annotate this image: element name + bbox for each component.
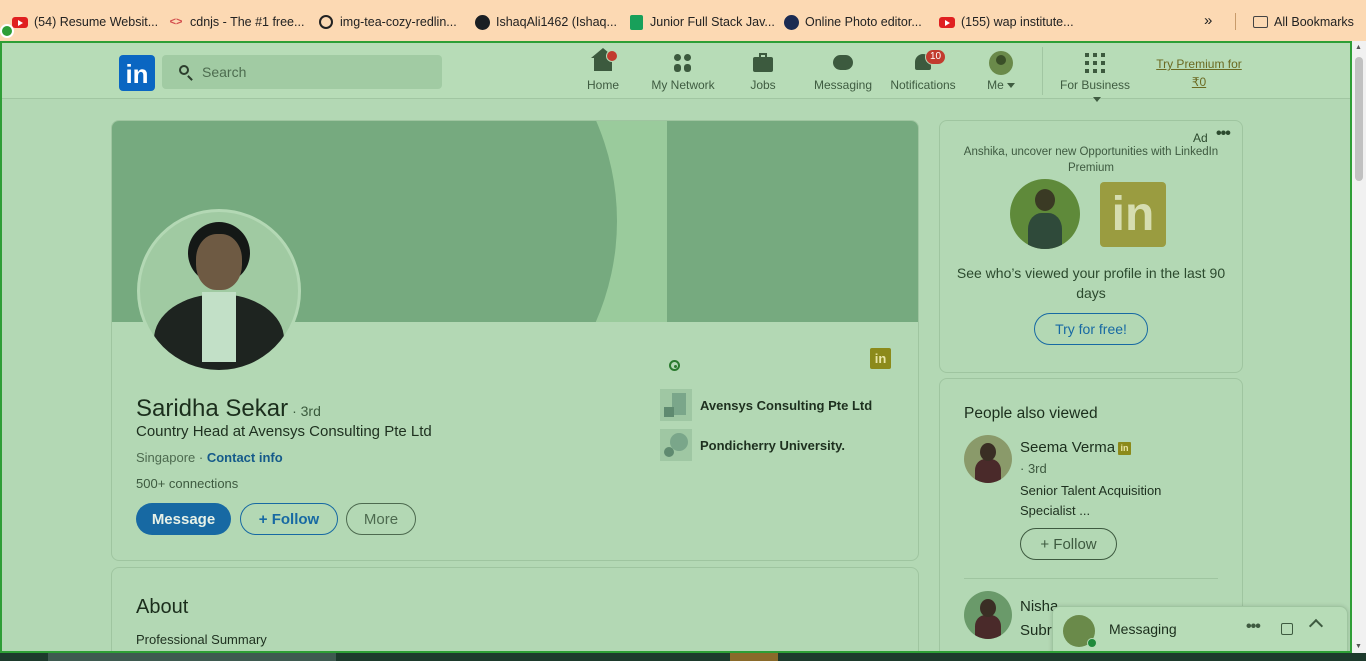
bell-icon: 10	[911, 49, 947, 75]
linkedin-logo[interactable]: in	[119, 55, 155, 91]
nav-messaging[interactable]: Messaging	[803, 51, 883, 92]
about-card: About Professional Summary	[111, 567, 919, 651]
about-title: About	[136, 596, 189, 618]
top-nav: in Home My Network Jobs Messaging 10	[2, 43, 1350, 103]
chevron-down-icon	[1006, 83, 1015, 89]
experience-avensys[interactable]: Avensys Consulting Pte Ltd	[660, 389, 872, 421]
nav-for-business[interactable]: For Business	[1055, 51, 1135, 106]
connection-degree: · 3rd	[292, 403, 321, 419]
bookmarks-divider	[1235, 13, 1236, 30]
bookmark-cdnjs[interactable]: <> cdnjs - The #1 free...	[168, 14, 305, 30]
nav-notifications[interactable]: 10 Notifications	[883, 49, 963, 92]
ad-user-avatar	[1010, 179, 1080, 249]
bookmark-junior-full-stack[interactable]: Junior Full Stack Jav...	[628, 14, 775, 30]
bookmark-img-tea-cozy[interactable]: img-tea-cozy-redlin...	[318, 14, 457, 30]
folder-icon	[1252, 14, 1268, 30]
scroll-thumb[interactable]	[1355, 57, 1363, 181]
linkedin-badge-icon: in	[870, 348, 891, 369]
message-button[interactable]: Message	[136, 503, 231, 535]
person-name[interactable]: Seema Verma in	[1020, 439, 1132, 456]
person-avatar[interactable]	[964, 435, 1012, 483]
taskbar	[0, 653, 1366, 661]
contact-info-link[interactable]: Contact info	[207, 450, 283, 465]
grid-icon	[1083, 51, 1107, 75]
extension-icon[interactable]	[0, 24, 14, 38]
profile-name: Saridha Sekar · 3rd	[136, 395, 321, 422]
company-logo	[660, 389, 692, 421]
bookmark-resume-website[interactable]: (54) Resume Websit...	[12, 14, 158, 30]
profile-photo[interactable]	[137, 209, 301, 373]
try-for-free-button[interactable]: Try for free!	[1034, 313, 1148, 345]
nav-me[interactable]: Me	[961, 51, 1041, 92]
youtube-icon	[12, 14, 28, 30]
bookmark-github[interactable]: IshaqAli1462 (Ishaq...	[474, 14, 617, 30]
divider	[964, 578, 1218, 579]
plus-icon: +	[1040, 535, 1054, 553]
bookmarks-bar: (54) Resume Websit... <> cdnjs - The #1 …	[0, 0, 1366, 43]
bookmarks-overflow-button[interactable]: »	[1204, 12, 1212, 29]
globe-icon	[318, 14, 334, 30]
target-icon[interactable]	[669, 360, 680, 371]
person-degree: · 3rd	[1020, 461, 1047, 476]
scrollbar[interactable]: ▲ ▼	[1352, 41, 1366, 653]
connections-count: 500+ connections	[136, 476, 239, 491]
compose-icon[interactable]	[1281, 623, 1293, 635]
more-button[interactable]: More	[346, 503, 416, 535]
about-subtitle: Professional Summary	[136, 632, 267, 647]
ad-more-icon[interactable]: •••	[1216, 125, 1231, 143]
chevron-down-icon	[1092, 97, 1101, 103]
follow-button[interactable]: + Follow	[240, 503, 338, 535]
sheets-icon	[628, 14, 644, 30]
ad-headline: Anshika, uncover new Opportunities with …	[963, 146, 1219, 174]
person-avatar[interactable]	[964, 591, 1012, 639]
search-input[interactable]	[200, 63, 424, 81]
search-box[interactable]	[162, 55, 442, 89]
scroll-up-icon[interactable]: ▲	[1355, 44, 1362, 51]
all-bookmarks-button[interactable]: All Bookmarks	[1252, 14, 1354, 30]
plus-icon: +	[258, 510, 272, 528]
bookmark-photo-editor[interactable]: Online Photo editor...	[783, 14, 922, 30]
github-icon	[474, 14, 490, 30]
photo-editor-icon	[783, 14, 799, 30]
nav-jobs[interactable]: Jobs	[723, 51, 803, 92]
search-icon	[179, 65, 189, 75]
nav-home[interactable]: Home	[563, 48, 643, 92]
profile-location: Singapore · Contact info	[136, 450, 283, 465]
youtube-icon	[939, 14, 955, 30]
home-icon	[591, 48, 618, 75]
network-icon	[671, 51, 695, 75]
more-options-icon[interactable]: •••	[1246, 618, 1261, 636]
school-logo	[660, 429, 692, 461]
code-icon: <>	[169, 16, 183, 28]
linkedin-page: in Home My Network Jobs Messaging 10	[0, 41, 1352, 653]
messaging-label: Messaging	[1109, 621, 1177, 637]
nav-my-network[interactable]: My Network	[643, 51, 723, 92]
education-pondicherry[interactable]: Pondicherry University.	[660, 429, 845, 461]
person-headline: Senior Talent Acquisition Specialist ...	[1020, 483, 1162, 518]
briefcase-icon	[751, 51, 775, 75]
chevron-up-icon[interactable]	[1308, 618, 1324, 634]
messaging-icon	[831, 51, 855, 75]
nav-divider	[1042, 47, 1043, 95]
ad-label: Ad	[1193, 131, 1208, 145]
avatar-icon	[989, 51, 1013, 75]
premium-ad-card: Ad ••• Anshika, uncover new Opportunitie…	[939, 120, 1243, 373]
bookmark-wap-institute[interactable]: (155) wap institute...	[939, 14, 1074, 30]
ad-body: See who’s viewed your profile in the las…	[956, 265, 1226, 301]
linkedin-premium-logo: in	[1100, 182, 1166, 247]
profile-card: in Saridha Sekar · 3rd Country Head at Av…	[111, 120, 919, 561]
people-also-viewed-title: People also viewed	[964, 405, 1098, 422]
online-status-icon	[1087, 638, 1097, 648]
scroll-down-icon[interactable]: ▼	[1355, 643, 1362, 650]
messaging-overlay[interactable]: Messaging •••	[1052, 606, 1348, 651]
profile-headline: Country Head at Avensys Consulting Pte L…	[136, 423, 432, 440]
try-premium-link[interactable]: Try Premium for ₹0	[1152, 55, 1246, 91]
person-follow-button[interactable]: + Follow	[1020, 528, 1117, 560]
linkedin-badge-icon: in	[1118, 442, 1132, 455]
notifications-badge: 10	[925, 49, 947, 65]
